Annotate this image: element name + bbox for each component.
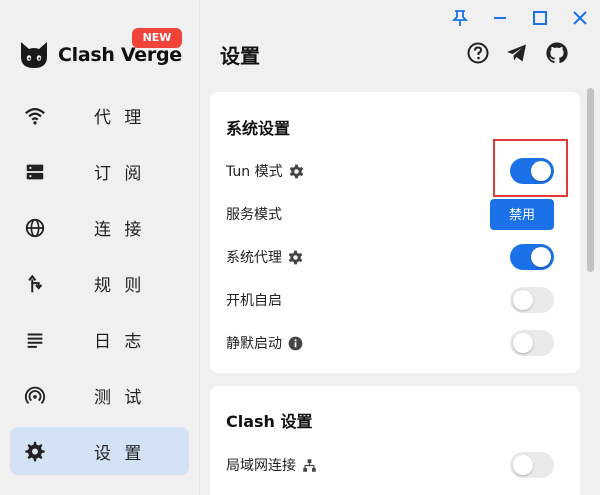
gear-icon <box>25 441 45 462</box>
main-panel: 设置 系统设置 Tun 模式 服务模式 禁用 系统代理 开机自启 静默启动 Cl… <box>200 0 600 495</box>
setting-label: 静默启动 <box>226 336 282 352</box>
page-title: 设置 <box>220 44 260 68</box>
help-icon[interactable] <box>466 41 490 65</box>
setting-label: 系统代理 <box>226 250 282 266</box>
maximize-icon[interactable] <box>530 8 550 28</box>
highlight-box <box>493 139 568 197</box>
nav-label: 连 接 <box>94 219 146 240</box>
nav-item-test[interactable]: 测 试 <box>10 371 189 419</box>
gear-icon[interactable] <box>289 164 304 179</box>
card-title: Clash 设置 <box>226 412 313 431</box>
toggle-knob <box>513 290 533 310</box>
toggle-knob <box>513 455 533 475</box>
github-icon[interactable] <box>545 41 569 65</box>
setting-row-silent-start: 静默启动 <box>226 328 566 358</box>
clash-settings-card: Clash 设置 局域网连接 <box>210 386 580 495</box>
nav-item-subscription[interactable]: 订 阅 <box>10 147 189 195</box>
nav-label: 代 理 <box>94 107 146 128</box>
fork-arrow-icon <box>28 274 43 293</box>
nav-item-settings[interactable]: 设 置 <box>10 427 189 475</box>
cat-logo-icon <box>21 42 47 68</box>
nav-item-connections[interactable]: 连 接 <box>10 203 189 251</box>
gear-icon[interactable] <box>288 250 303 265</box>
auto-launch-toggle[interactable] <box>510 287 554 313</box>
setting-label: 局域网连接 <box>226 458 296 474</box>
setting-row-service: 服务模式 禁用 <box>226 198 566 230</box>
nav-item-rules[interactable]: 规 则 <box>10 259 189 307</box>
network-icon[interactable] <box>302 458 317 473</box>
new-badge: NEW <box>132 28 182 48</box>
silent-start-toggle[interactable] <box>510 330 554 356</box>
nav-label: 日 志 <box>94 331 146 352</box>
storage-icon <box>26 164 44 180</box>
pin-icon[interactable] <box>450 8 470 28</box>
nav-label: 订 阅 <box>94 163 146 184</box>
setting-label: 开机自启 <box>226 293 282 309</box>
globe-icon <box>25 218 45 238</box>
close-icon[interactable] <box>570 8 590 28</box>
sidebar: Clash Verge NEW 代 理 订 阅 连 接 规 则 日 志 测 试 … <box>0 0 200 495</box>
nav-item-logs[interactable]: 日 志 <box>10 315 189 363</box>
lan-toggle[interactable] <box>510 452 554 478</box>
setting-label: 服务模式 <box>226 207 282 223</box>
setting-label: Tun 模式 <box>226 164 283 180</box>
minimize-icon[interactable] <box>490 8 510 28</box>
nav-item-proxy[interactable]: 代 理 <box>10 91 189 139</box>
toggle-knob <box>513 333 533 353</box>
info-icon[interactable] <box>288 336 303 351</box>
system-proxy-toggle[interactable] <box>510 244 554 270</box>
setting-row-auto-launch: 开机自启 <box>226 285 566 315</box>
service-mode-disable-button[interactable]: 禁用 <box>490 198 554 230</box>
nav-label: 规 则 <box>94 275 146 296</box>
broadcast-icon <box>24 386 46 404</box>
nav-label: 测 试 <box>94 387 146 408</box>
setting-row-lan: 局域网连接 <box>226 450 566 480</box>
scrollbar[interactable] <box>586 88 596 488</box>
list-lines-icon <box>27 333 43 348</box>
wifi-icon <box>25 108 45 125</box>
card-title: 系统设置 <box>226 119 291 138</box>
setting-row-system-proxy: 系统代理 <box>226 242 566 272</box>
toggle-knob <box>531 247 551 267</box>
nav-label: 设 置 <box>94 443 146 464</box>
telegram-icon[interactable] <box>505 41 529 65</box>
system-settings-card: 系统设置 Tun 模式 服务模式 禁用 系统代理 开机自启 静默启动 <box>210 92 580 373</box>
scrollbar-thumb[interactable] <box>587 88 594 272</box>
